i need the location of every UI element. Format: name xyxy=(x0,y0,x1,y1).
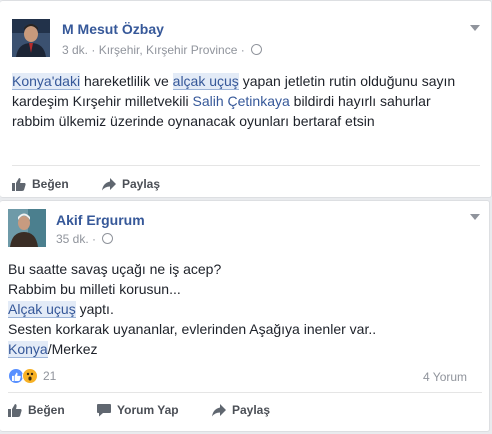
post-text: Bu saatte savaş uçağı ne iş acep? Rabbim… xyxy=(8,259,482,359)
avatar[interactable] xyxy=(8,209,46,247)
location-link[interactable]: Kırşehir, Kırşehir Province xyxy=(99,43,238,57)
like-button[interactable]: Beğen xyxy=(12,177,69,191)
reactions-summary[interactable]: 21 xyxy=(8,368,56,384)
globe-icon xyxy=(102,233,114,244)
text-segment: rabbim ülkemiz üzerinde oynanacak oyunla… xyxy=(12,113,375,129)
post-text: Konya'daki hareketlilik ve alçak uçuş ya… xyxy=(12,71,482,131)
hashtag-link[interactable]: Konya xyxy=(8,341,48,358)
text-line: Konya/Merkez xyxy=(8,339,482,359)
text-segment: kardeşim Kırşehir milletvekili xyxy=(12,93,193,109)
like-label: Beğen xyxy=(28,403,65,417)
timestamp[interactable]: 35 dk. xyxy=(56,232,89,246)
globe-icon xyxy=(251,44,263,55)
text-line: Alçak uçuş yaptı. xyxy=(8,299,482,319)
hashtag-link[interactable]: alçak uçuş xyxy=(172,73,239,90)
like-label: Beğen xyxy=(32,177,69,191)
text-segment: hareketlilik ve xyxy=(80,73,173,89)
comment-icon xyxy=(97,403,111,416)
reaction-count: 21 xyxy=(43,369,57,383)
text-line: Bu saatte savaş uçağı ne iş acep? xyxy=(8,261,222,277)
post-card-2: Akif Ergurum 35 dk. · Bu saatte savaş uç… xyxy=(0,200,490,432)
text-segment: yaptı. xyxy=(75,301,114,317)
comment-button[interactable]: Yorum Yap xyxy=(97,403,179,417)
share-button[interactable]: Paylaş xyxy=(102,177,160,191)
author-name[interactable]: Akif Ergurum xyxy=(56,212,145,228)
mention-link[interactable]: Salih Çetinkaya xyxy=(192,93,289,109)
text-line: Rabbim bu milleti korusun... xyxy=(8,281,181,297)
hashtag-link[interactable]: Alçak uçuş xyxy=(8,301,76,318)
share-label: Paylaş xyxy=(232,403,271,417)
comment-count[interactable]: 4 Yorum xyxy=(423,370,467,384)
share-icon xyxy=(102,177,116,190)
comment-label: Yorum Yap xyxy=(117,403,179,417)
divider xyxy=(8,392,482,393)
like-icon xyxy=(12,178,26,191)
chevron-down-icon[interactable] xyxy=(470,214,480,220)
text-line: Sesten korkarak uyananlar, evlerinden Aş… xyxy=(8,321,377,337)
text-segment: bildirdi hayırlı sahurlar xyxy=(289,93,431,109)
text-segment: /Merkez xyxy=(47,341,98,357)
like-icon xyxy=(8,404,22,417)
share-label: Paylaş xyxy=(122,177,161,191)
avatar[interactable] xyxy=(12,19,50,57)
post-meta: 35 dk. · xyxy=(56,232,114,246)
divider xyxy=(12,165,480,166)
post-meta: 3 dk. · Kırşehir, Kırşehir Province · xyxy=(62,43,263,57)
share-button[interactable]: Paylaş xyxy=(212,403,270,417)
share-icon xyxy=(212,403,226,416)
timestamp[interactable]: 3 dk. xyxy=(62,43,88,57)
hashtag-link[interactable]: Konya'daki xyxy=(12,73,81,90)
wow-reaction-icon xyxy=(22,368,38,384)
post-card-1: M Mesut Özbay 3 dk. · Kırşehir, Kırşehir… xyxy=(0,0,492,198)
chevron-down-icon[interactable] xyxy=(470,25,480,31)
like-button[interactable]: Beğen xyxy=(8,403,65,417)
author-name[interactable]: M Mesut Özbay xyxy=(62,21,164,37)
text-segment: yapan jetletin rutin olduğunu sayın xyxy=(238,73,456,89)
